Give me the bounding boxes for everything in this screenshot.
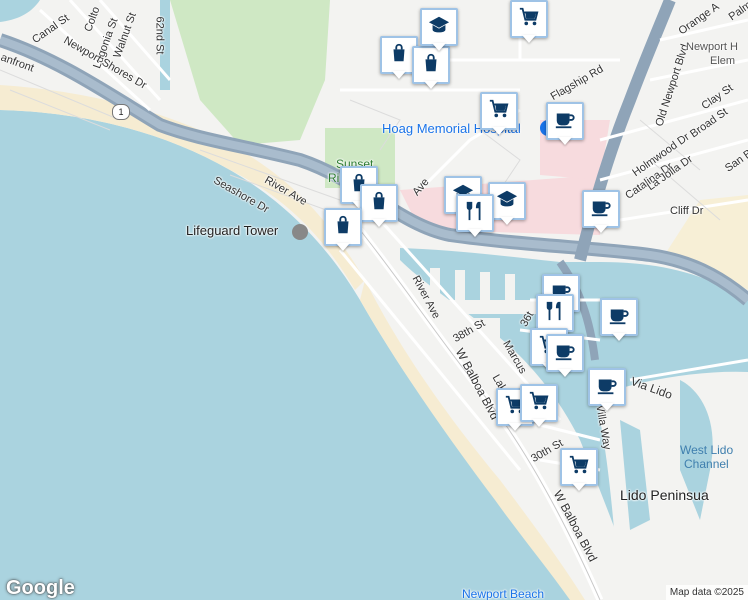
restaurant-icon <box>544 299 566 328</box>
map-marker-coffee[interactable] <box>546 102 584 146</box>
map-marker-shopping-cart[interactable] <box>480 92 518 136</box>
map-marker-shopping-bag[interactable] <box>324 208 362 252</box>
shopping-cart-icon <box>567 454 591 481</box>
label-62nd-st: 62nd St <box>153 16 166 55</box>
google-logo: Google <box>6 577 75 599</box>
map-marker-restaurant[interactable] <box>456 194 494 238</box>
coffee-icon <box>553 340 577 367</box>
shopping-bag-icon <box>332 214 354 241</box>
shopping-cart-icon <box>527 390 551 417</box>
shopping-bag-icon <box>368 190 390 217</box>
shopping-bag-icon <box>420 52 442 79</box>
map-marker-shopping-cart[interactable] <box>520 384 558 428</box>
map-canvas[interactable]: 1 Canal St Colto Lugonia St Walnut St 62… <box>0 0 748 600</box>
school-icon <box>427 14 451 41</box>
shopping-bag-icon <box>388 42 410 69</box>
school-icon <box>495 188 519 215</box>
label-lido-peninsula: Lido Peninsua <box>620 487 709 503</box>
map-marker-school[interactable] <box>420 8 458 52</box>
shopping-cart-icon <box>487 98 511 125</box>
map-marker-shopping-cart[interactable] <box>510 0 548 44</box>
shopping-cart-icon <box>517 6 541 33</box>
map-marker-coffee[interactable] <box>546 334 584 378</box>
label-newport-harbor: Newport H <box>686 41 738 53</box>
map-attribution[interactable]: Map data ©2025 <box>665 585 748 600</box>
coffee-icon <box>595 374 619 401</box>
coffee-icon <box>553 108 577 135</box>
label-cliff-dr: Cliff Dr <box>670 205 704 217</box>
coffee-icon <box>589 196 613 223</box>
map-marker-shopping-cart[interactable] <box>560 448 598 492</box>
label-sunset-ri: Ri <box>328 171 340 185</box>
highway-1-shield: 1 <box>112 104 130 120</box>
label-newport-beach[interactable]: Newport Beach <box>462 588 544 600</box>
map-marker-coffee[interactable] <box>600 298 638 342</box>
map-marker-coffee[interactable] <box>588 368 626 412</box>
map-marker-coffee[interactable] <box>582 190 620 234</box>
label-west-lido-channel: Channel <box>684 457 729 471</box>
map-marker-shopping-bag[interactable] <box>412 46 450 90</box>
label-elem: Elem <box>710 55 736 67</box>
restaurant-icon <box>464 199 486 228</box>
coffee-icon <box>607 304 631 331</box>
landmark-icon[interactable] <box>292 224 308 240</box>
label-west-lido: West Lido <box>680 443 734 457</box>
label-lifeguard-tower[interactable]: Lifeguard Tower <box>186 224 278 237</box>
map-marker-shopping-bag[interactable] <box>360 184 398 228</box>
